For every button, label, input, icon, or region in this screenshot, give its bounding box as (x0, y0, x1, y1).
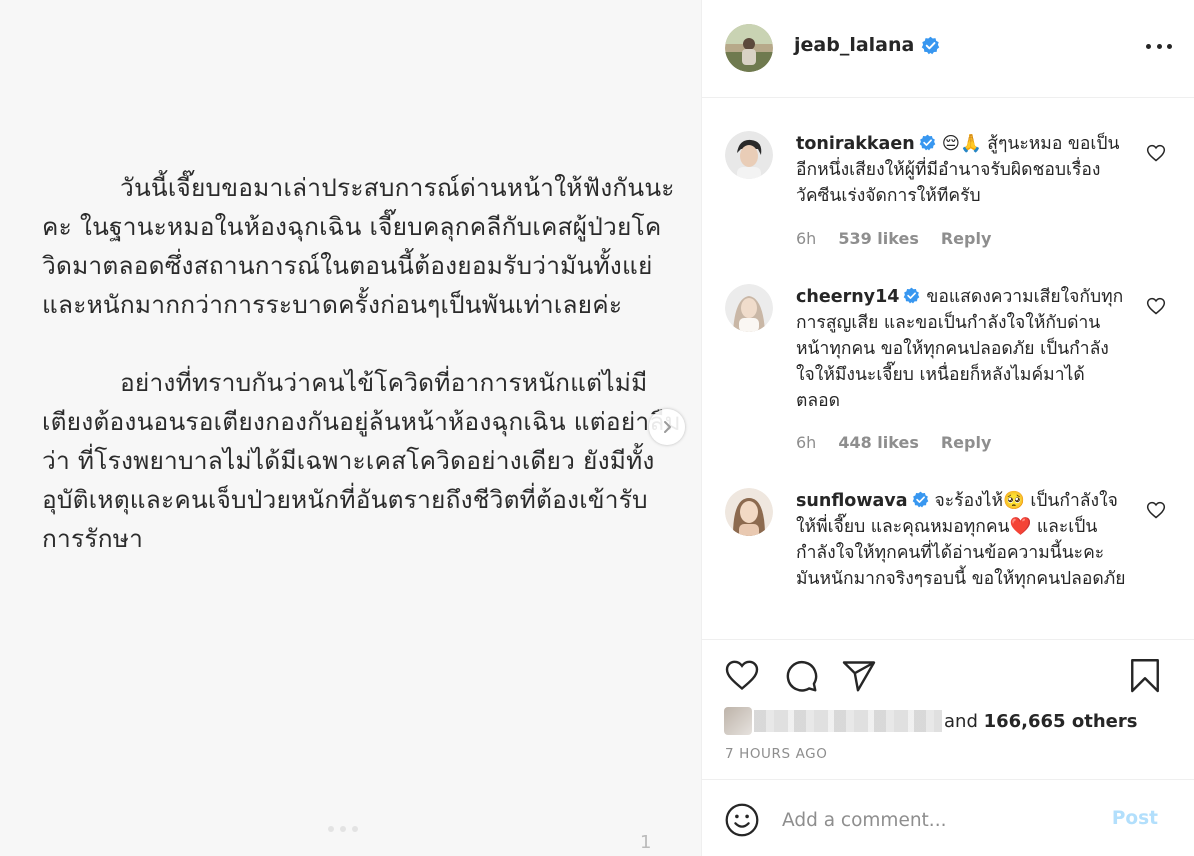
comment-icon[interactable] (783, 658, 819, 694)
liker-names-blurred (754, 710, 942, 732)
comment-likes[interactable]: 448 likes (838, 433, 919, 452)
avatar-image (725, 488, 773, 536)
owner-avatar-image (725, 24, 773, 72)
comment-avatar[interactable] (725, 131, 773, 179)
carousel-dots (328, 826, 358, 832)
reply-button[interactable]: Reply (941, 229, 992, 248)
verified-badge-icon (919, 134, 936, 151)
post-comment-button[interactable]: Post (1112, 808, 1158, 829)
verified-badge-icon (912, 491, 928, 508)
verified-badge-icon (922, 36, 940, 54)
next-slide-button[interactable] (649, 409, 685, 445)
emoji-icon[interactable] (724, 802, 760, 838)
carousel-dot (352, 826, 358, 832)
post-image: วันนี้เจี๊ยบขอมาเล่าประสบการณ์ด่านหน้าให… (0, 0, 701, 856)
liker-avatar-blurred (724, 707, 752, 735)
more-options-dot (1156, 43, 1162, 49)
comment-body: cheerny14 ขอแสดงความเสียใจกับทุกการสูญเสี… (796, 284, 1126, 414)
comment-meta: 6h 448 likes Reply (796, 433, 991, 452)
share-icon[interactable] (841, 658, 877, 694)
owner-username[interactable]: jeab_lalana (794, 34, 914, 56)
comment-likes[interactable]: 539 likes (838, 229, 919, 248)
comment-like-heart-icon[interactable] (1146, 296, 1166, 316)
comment-like-heart-icon[interactable] (1146, 500, 1166, 520)
chevron-right-icon (664, 421, 671, 433)
carousel-dot (340, 826, 346, 832)
avatar-image (725, 131, 773, 179)
comment-username[interactable]: tonirakkaen (796, 134, 915, 154)
bookmark-icon[interactable] (1127, 657, 1163, 695)
comment-like-heart-icon[interactable] (1146, 143, 1166, 163)
owner-username-row: jeab_lalana (794, 34, 940, 56)
comment-avatar[interactable] (725, 488, 773, 536)
comment-body: sunflowava จะร้องไห้🥺 เป็นกำลังใจให้พี่เจ… (796, 488, 1126, 592)
reply-button[interactable]: Reply (941, 433, 992, 452)
comment-time[interactable]: 6h (796, 229, 816, 248)
post-side-panel: jeab_lalana tonirakkaen 😔🙏 สู้ๆนะหมอ ขอเ… (701, 0, 1194, 856)
verified-badge-icon (904, 287, 920, 304)
post-image-text: วันนี้เจี๊ยบขอมาเล่าประสบการณ์ด่านหน้าให… (42, 168, 682, 558)
more-options-dot (1167, 43, 1172, 49)
more-options-icon (1146, 43, 1151, 49)
likes-summary: and 166,665 others (724, 707, 1137, 735)
comment-body: tonirakkaen 😔🙏 สู้ๆนะหมอ ขอเป็นอีกหนึ่งเส… (796, 131, 1126, 209)
avatar-image (725, 284, 773, 332)
more-options-button[interactable] (1146, 36, 1172, 56)
likes-prefix: and (944, 710, 984, 732)
comment-avatar[interactable] (725, 284, 773, 332)
owner-avatar[interactable] (725, 24, 773, 72)
comments-list: tonirakkaen 😔🙏 สู้ๆนะหมอ ขอเป็นอีกหนึ่งเส… (702, 99, 1194, 639)
comment-username[interactable]: sunflowava (796, 491, 908, 511)
post-paragraph-1: วันนี้เจี๊ยบขอมาเล่าประสบการณ์ด่านหน้าให… (42, 173, 675, 319)
post-header: jeab_lalana (702, 0, 1194, 98)
add-comment-bar: Post (702, 779, 1194, 856)
post-paragraph-2: อย่างที่ทราบกันว่าคนไข้โควิดที่อาการหนัก… (42, 368, 681, 553)
comment-username[interactable]: cheerny14 (796, 287, 899, 307)
comment-input[interactable] (782, 802, 1102, 838)
post-actions-section: and 166,665 others 7 HOURS AGO (702, 639, 1194, 779)
image-page-number: 1 (640, 832, 652, 853)
post-timestamp[interactable]: 7 HOURS AGO (725, 746, 827, 762)
likes-text[interactable]: and 166,665 others (944, 711, 1137, 732)
carousel-dot (328, 826, 334, 832)
heart-icon[interactable] (724, 657, 760, 693)
likes-count[interactable]: 166,665 others (984, 711, 1138, 732)
comment-time[interactable]: 6h (796, 433, 816, 452)
comment-meta: 6h 539 likes Reply (796, 229, 991, 248)
